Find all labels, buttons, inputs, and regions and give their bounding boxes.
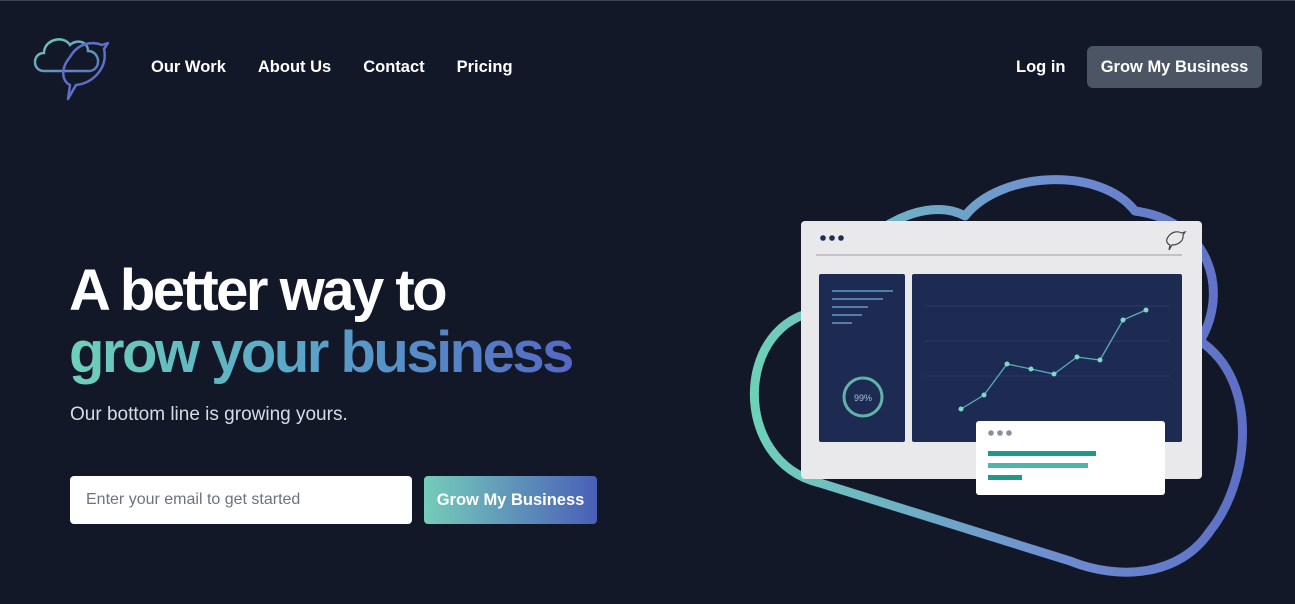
popup-card <box>976 421 1165 495</box>
nav-our-work[interactable]: Our Work <box>151 57 226 77</box>
hero-title-line1: A better way to <box>69 258 448 323</box>
email-input[interactable] <box>70 476 412 524</box>
hero-title-line2: grow your business <box>69 320 574 385</box>
nav-contact[interactable]: Contact <box>363 57 424 77</box>
hero-grow-button[interactable]: Grow My Business <box>424 476 597 524</box>
bird-cloud-logo-icon[interactable] <box>30 31 112 103</box>
login-link[interactable]: Log in <box>1016 57 1065 77</box>
dashboard-illustration: 99% <box>749 175 1247 577</box>
progress-label: 99% <box>854 393 872 403</box>
header-grow-button[interactable]: Grow My Business <box>1087 46 1262 88</box>
nav-pricing[interactable]: Pricing <box>457 57 513 77</box>
main-nav: Our Work About Us Contact Pricing <box>151 57 513 77</box>
hero-subtitle: Our bottom line is growing yours. <box>70 404 348 425</box>
nav-about-us[interactable]: About Us <box>258 57 331 77</box>
